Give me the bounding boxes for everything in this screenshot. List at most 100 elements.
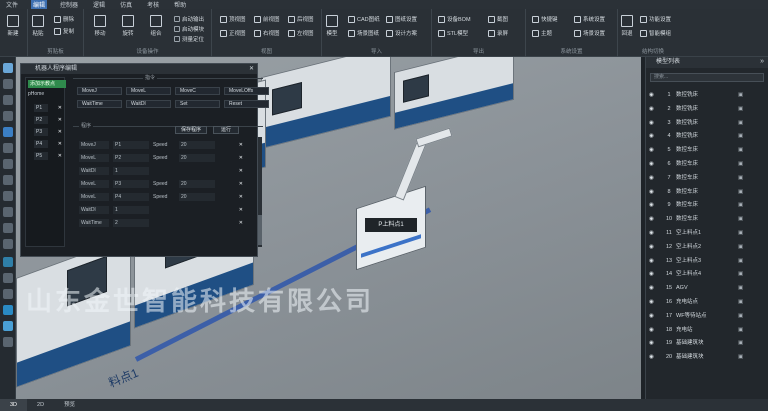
model-list-item[interactable]: ◉ 20 基础建筑块 ▣ — [646, 351, 768, 363]
eye-icon[interactable]: ◉ — [649, 144, 654, 156]
view-right-button[interactable]: 右视图 — [254, 29, 280, 37]
tab-2d[interactable]: 2D — [27, 399, 54, 411]
eye-icon[interactable]: ◉ — [649, 172, 654, 184]
model-list-item[interactable]: ◉ 15 AGV ▣ — [646, 282, 768, 294]
record-button[interactable]: 录屏 — [488, 29, 508, 37]
lock-icon[interactable]: ▣ — [738, 130, 743, 142]
cmd-waittime-button[interactable]: WaitTime — [77, 100, 122, 108]
lock-icon[interactable]: ▣ — [738, 103, 743, 115]
close-icon[interactable]: ✕ — [249, 64, 254, 74]
eye-icon[interactable]: ◉ — [649, 268, 654, 280]
model-list-item[interactable]: ◉ 5 数控车床 ▣ — [646, 144, 768, 156]
model-list-item[interactable]: ◉ 10 数控车床 ▣ — [646, 213, 768, 225]
back-button[interactable]: 回退 — [621, 15, 633, 37]
program-scrollbar[interactable] — [258, 137, 262, 247]
collapse-icon[interactable]: » — [760, 58, 764, 65]
eye-icon[interactable]: ◉ — [649, 296, 654, 308]
rotate-button[interactable]: 旋转 — [122, 15, 134, 37]
printer-tool-icon[interactable] — [3, 191, 13, 201]
system-settings-button[interactable]: 系统设置 — [574, 15, 605, 23]
teach-point-row[interactable]: P4 ✕ — [28, 140, 66, 148]
menu-file[interactable]: 文件 — [4, 0, 20, 9]
model-list-item[interactable]: ◉ 6 数控车床 ▣ — [646, 158, 768, 170]
remove-icon[interactable]: ✕ — [239, 193, 243, 201]
wheel-tool-icon[interactable] — [3, 257, 13, 267]
teach-point-row[interactable]: P3 ✕ — [28, 128, 66, 136]
camera-tool-icon[interactable] — [3, 207, 13, 217]
screenshot-button[interactable]: 截图 — [488, 15, 508, 23]
cmd-movej-button[interactable]: MoveJ — [77, 87, 122, 95]
check-start-module[interactable]: 启动模块 — [174, 25, 204, 33]
lock-icon[interactable]: ▣ — [738, 310, 743, 322]
eye-icon[interactable]: ◉ — [649, 103, 654, 115]
lock-icon[interactable]: ▣ — [738, 282, 743, 294]
eye-icon[interactable]: ◉ — [649, 158, 654, 170]
model-list-item[interactable]: ◉ 11 空上料点1 ▣ — [646, 227, 768, 239]
new-button[interactable]: 新建 — [7, 15, 19, 37]
eye-icon[interactable]: ◉ — [649, 351, 654, 363]
cmd-moveloffs-button[interactable]: MoveLOffs — [224, 87, 269, 95]
scene-drawing-button[interactable]: 场景图纸 — [348, 29, 379, 37]
stl-button[interactable]: STL模型 — [438, 29, 468, 37]
box-tool-icon[interactable] — [3, 239, 13, 249]
teach-point-row[interactable]: P2 ✕ — [28, 116, 66, 124]
lock-icon[interactable]: ▣ — [738, 324, 743, 336]
eye-icon[interactable]: ◉ — [649, 241, 654, 253]
lock-icon[interactable]: ▣ — [738, 158, 743, 170]
copy-button[interactable]: 复制 — [54, 27, 74, 35]
person-tool-icon[interactable] — [3, 175, 13, 185]
eye-icon[interactable]: ◉ — [649, 213, 654, 225]
menu-logic[interactable]: 逻辑 — [91, 0, 107, 9]
model-list-item[interactable]: ◉ 14 空上料点4 ▣ — [646, 268, 768, 280]
lock-icon[interactable]: ▣ — [738, 144, 743, 156]
cmd-movec-button[interactable]: MoveC — [175, 87, 220, 95]
lock-icon[interactable]: ▣ — [738, 227, 743, 239]
document-tool-icon[interactable] — [3, 337, 13, 347]
view-left-button[interactable]: 左视图 — [288, 29, 314, 37]
bom-button[interactable]: 设备BOM — [438, 15, 471, 23]
agv-tool-icon[interactable] — [3, 127, 13, 137]
sensor-tool-icon[interactable] — [3, 111, 13, 121]
teach-point-row[interactable]: P1 ✕ — [28, 104, 66, 112]
run-button[interactable]: 运行 — [213, 126, 239, 134]
lock-icon[interactable]: ▣ — [738, 255, 743, 267]
eye-icon[interactable]: ◉ — [649, 282, 654, 294]
scrollbar-thumb[interactable] — [258, 215, 262, 245]
lock-icon[interactable]: ▣ — [738, 89, 743, 101]
remove-icon[interactable]: ✕ — [239, 154, 243, 162]
eye-icon[interactable]: ◉ — [649, 337, 654, 349]
model-list-item[interactable]: ◉ 8 数控车床 ▣ — [646, 186, 768, 198]
cmd-set-button[interactable]: Set — [175, 100, 220, 108]
menu-assessment[interactable]: 考核 — [145, 0, 161, 9]
program-row[interactable]: MoveL P2 Speed 20 ✕ — [79, 154, 243, 162]
eye-icon[interactable]: ◉ — [649, 227, 654, 239]
theme-button[interactable]: 主题 — [532, 29, 552, 37]
model-list-item[interactable]: ◉ 4 数控铣床 ▣ — [646, 130, 768, 142]
remove-icon[interactable]: ✕ — [239, 180, 243, 188]
remove-icon[interactable]: ✕ — [239, 141, 243, 149]
lock-icon[interactable]: ▣ — [738, 241, 743, 253]
table-tool-icon[interactable] — [3, 223, 13, 233]
eye-icon[interactable]: ◉ — [649, 324, 654, 336]
design-plan-button[interactable]: 设计方案 — [386, 29, 417, 37]
model-list-item[interactable]: ◉ 3 数控铣床 ▣ — [646, 117, 768, 129]
conveyor-tool-icon[interactable] — [3, 95, 13, 105]
tab-3d[interactable]: 3D — [0, 399, 28, 411]
model-list-item[interactable]: ◉ 19 基础建筑块 ▣ — [646, 337, 768, 349]
model-search-input[interactable]: 搜索... — [650, 73, 764, 82]
menu-edit[interactable]: 编辑 — [31, 0, 48, 9]
remove-icon[interactable]: ✕ — [239, 219, 243, 227]
view-back-button[interactable]: 后视图 — [288, 15, 314, 23]
remove-icon[interactable]: ✕ — [58, 116, 62, 124]
program-row[interactable]: WaitDI 1 ✕ — [79, 167, 243, 175]
display-tool-icon[interactable] — [3, 289, 13, 299]
menu-controller[interactable]: 控制器 — [58, 0, 80, 9]
model-list-item[interactable]: ◉ 17 WF等待站点 ▣ — [646, 310, 768, 322]
remove-icon[interactable]: ✕ — [58, 152, 62, 160]
program-row[interactable]: WaitTime 2 ✕ — [79, 219, 243, 227]
shortcut-button[interactable]: 快捷键 — [532, 15, 558, 23]
eye-icon[interactable]: ◉ — [649, 310, 654, 322]
target-tool-icon[interactable] — [3, 321, 13, 331]
eye-icon[interactable]: ◉ — [649, 130, 654, 142]
paste-button[interactable]: 粘贴 — [32, 15, 44, 37]
